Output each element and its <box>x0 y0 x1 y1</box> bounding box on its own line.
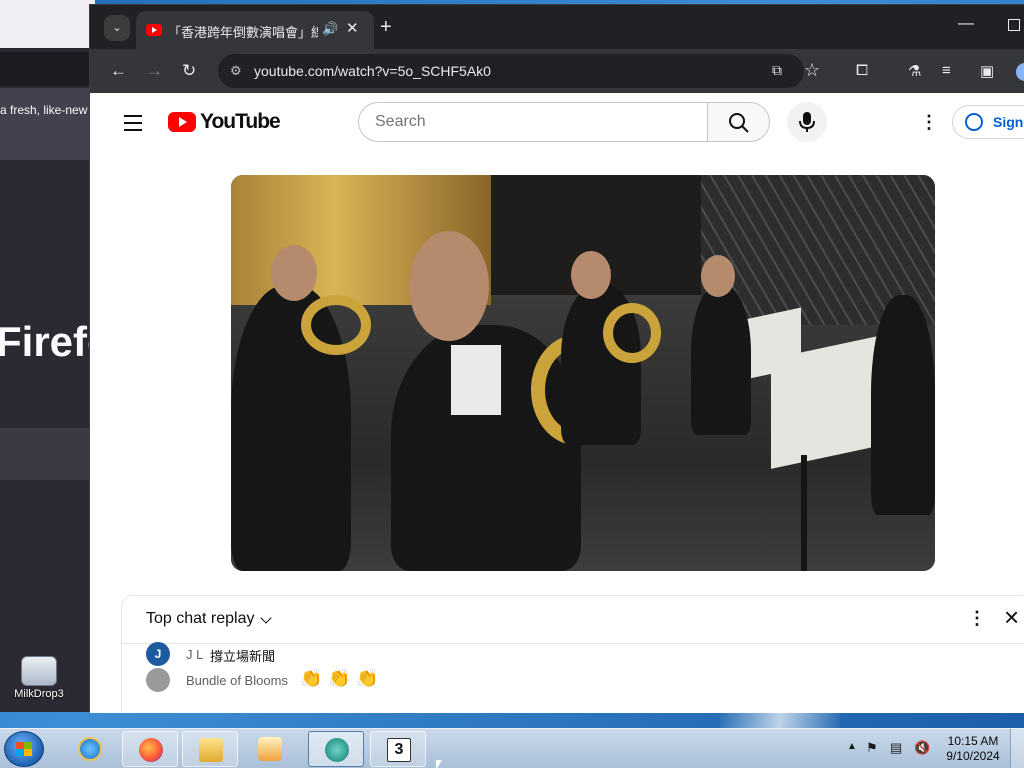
site-info-icon[interactable]: ⚙ <box>230 63 242 79</box>
firefox-toolbar <box>0 52 95 86</box>
tab-strip: ⌄ 「香港跨年倒數演唱會」線上 🔊 ✕ + — <box>90 5 1024 49</box>
labs-flask-icon[interactable]: ⚗ <box>908 62 921 80</box>
show-hidden-icons-icon[interactable]: ▲ <box>847 741 857 752</box>
chevron-down-icon: ⌄ <box>112 22 122 34</box>
youtube-wordmark: YouTube <box>200 110 281 133</box>
action-center-flag-icon[interactable]: ⚑ <box>866 740 878 756</box>
taskbar-chat-app[interactable] <box>308 731 364 767</box>
clock-date: 9/10/2024 <box>946 749 1000 763</box>
search-placeholder: Search <box>375 113 426 130</box>
video-horn-left <box>301 295 371 355</box>
sign-in-label: Sign <box>993 114 1024 130</box>
forward-arrow-icon[interactable]: → <box>146 61 163 81</box>
side-panel-icon[interactable]: ▣ <box>980 62 994 80</box>
video-musician-right <box>871 295 935 515</box>
youtube-favicon-icon <box>146 24 162 36</box>
video-musician-woman <box>691 285 751 435</box>
video-player[interactable] <box>231 175 935 571</box>
tab-youtube[interactable]: 「香港跨年倒數演唱會」線上 🔊 ✕ <box>136 11 374 49</box>
network-icon[interactable]: ▤ <box>890 740 902 756</box>
search-icon <box>729 113 749 133</box>
chat-bubble-icon <box>325 738 349 762</box>
tab-title: 「香港跨年倒數演唱會」線上 <box>168 25 318 40</box>
search-input[interactable]: Search <box>358 102 708 142</box>
windows-logo-icon <box>16 742 32 756</box>
desktop-icon-milkdrop[interactable]: MilkDrop3 <box>4 656 74 700</box>
sign-in-button[interactable]: Sign <box>952 105 1024 139</box>
chat-text: 撐立場新聞 <box>210 649 276 664</box>
url-text: youtube.com/watch?v=5o_SCHF5Ak0 <box>254 63 491 79</box>
reload-icon[interactable]: ↻ <box>182 61 196 81</box>
volume-muted-icon[interactable]: 🔇 <box>914 740 930 756</box>
more-options-icon[interactable]: ⋮ <box>920 112 938 133</box>
media-queue-icon[interactable]: ≡ <box>942 62 951 79</box>
chat-header: Top chat replay ⋮ × <box>122 596 1024 644</box>
video-musician-woman-head <box>701 255 735 297</box>
firefox-icon <box>139 738 163 762</box>
media-player-icon <box>258 737 282 761</box>
back-arrow-icon[interactable]: ← <box>110 61 127 81</box>
chat-author[interactable]: Bundle of Blooms <box>186 673 288 688</box>
profile-avatar-icon[interactable] <box>1016 63 1024 81</box>
firefox-window[interactable]: a fresh, like-new Firefo <box>0 0 95 712</box>
desktop-icon-label: MilkDrop3 <box>14 688 64 700</box>
taskbar: 3 ▲ ⚑ ▤ 🔇 10:15 AM 9/10/2024 <box>0 728 1024 768</box>
firefox-lower-panel <box>0 428 95 480</box>
chat-more-icon[interactable]: ⋮ <box>968 608 986 629</box>
voice-search-button[interactable] <box>787 102 827 142</box>
taskbar-file-explorer[interactable] <box>182 731 238 767</box>
bookmark-star-icon[interactable]: ☆ <box>804 60 820 81</box>
chat-replay-panel: Top chat replay ⋮ × J J L 撐立場新聞 Bundle o… <box>121 595 1024 713</box>
video-musician-left-head <box>271 245 317 301</box>
clock-time: 10:15 AM <box>947 734 999 748</box>
firefox-titlebar <box>0 0 95 48</box>
clapping-emoji-icon: 👏 <box>356 668 379 688</box>
chat-author[interactable]: J L <box>186 647 203 662</box>
taskbar-internet-explorer[interactable] <box>62 731 118 767</box>
new-tab-button[interactable]: + <box>380 15 392 39</box>
firefox-brand-text: Firefo <box>0 318 95 365</box>
avatar[interactable] <box>146 668 170 692</box>
install-app-icon[interactable]: ⧉ <box>772 62 782 79</box>
search-button[interactable] <box>707 102 770 142</box>
account-icon <box>965 113 983 131</box>
minimize-icon[interactable]: — <box>958 15 974 33</box>
chrome-window[interactable]: ⌄ 「香港跨年倒數演唱會」線上 🔊 ✕ + — ← → ↻ ⚙ youtube.… <box>89 4 1024 713</box>
show-desktop-button[interactable] <box>1010 729 1024 768</box>
folder-icon <box>199 738 223 762</box>
extensions-icon[interactable]: ⧠ <box>856 62 868 79</box>
address-bar[interactable]: ⚙ youtube.com/watch?v=5o_SCHF5Ak0 ⧉ ☆ <box>218 54 820 88</box>
youtube-play-icon <box>168 112 196 132</box>
taskbar-notepad3[interactable]: 3 <box>370 731 426 767</box>
close-chat-icon[interactable]: × <box>1004 604 1019 630</box>
video-musician-center-head <box>409 231 489 341</box>
start-button[interactable] <box>4 731 44 767</box>
video-music-stand <box>801 455 807 571</box>
video-horn-back <box>603 303 661 363</box>
internet-explorer-icon <box>78 737 102 761</box>
microphone-icon <box>799 112 815 132</box>
avatar[interactable]: J <box>146 642 170 666</box>
clapping-emoji-icon: 👏 <box>300 668 323 688</box>
tab-search-button[interactable]: ⌄ <box>104 15 130 41</box>
menu-icon[interactable] <box>124 115 142 136</box>
taskbar-media-player[interactable] <box>242 731 298 767</box>
taskbar-firefox[interactable] <box>122 731 178 767</box>
chat-title[interactable]: Top chat replay <box>146 610 255 628</box>
close-tab-icon[interactable]: ✕ <box>346 19 359 37</box>
video-musician-shirt <box>451 345 501 415</box>
notepad-3-icon: 3 <box>387 738 411 762</box>
chevron-down-icon[interactable] <box>260 612 272 624</box>
browser-toolbar: ← → ↻ ⚙ youtube.com/watch?v=5o_SCHF5Ak0 … <box>90 49 1024 93</box>
firefox-notification: a fresh, like-new <box>0 88 95 160</box>
maximize-icon[interactable] <box>1008 19 1020 31</box>
system-clock[interactable]: 10:15 AM 9/10/2024 <box>940 734 1006 764</box>
video-musician-back-head <box>571 251 611 299</box>
youtube-page: YouTube Search ⋮ Sign Top chat replay ⋮ … <box>90 93 1024 713</box>
speaker-icon[interactable]: 🔊 <box>322 21 338 37</box>
milkdrop-icon <box>21 656 57 686</box>
mouse-cursor-icon <box>436 760 442 768</box>
clapping-emoji-icon: 👏 <box>328 668 351 688</box>
